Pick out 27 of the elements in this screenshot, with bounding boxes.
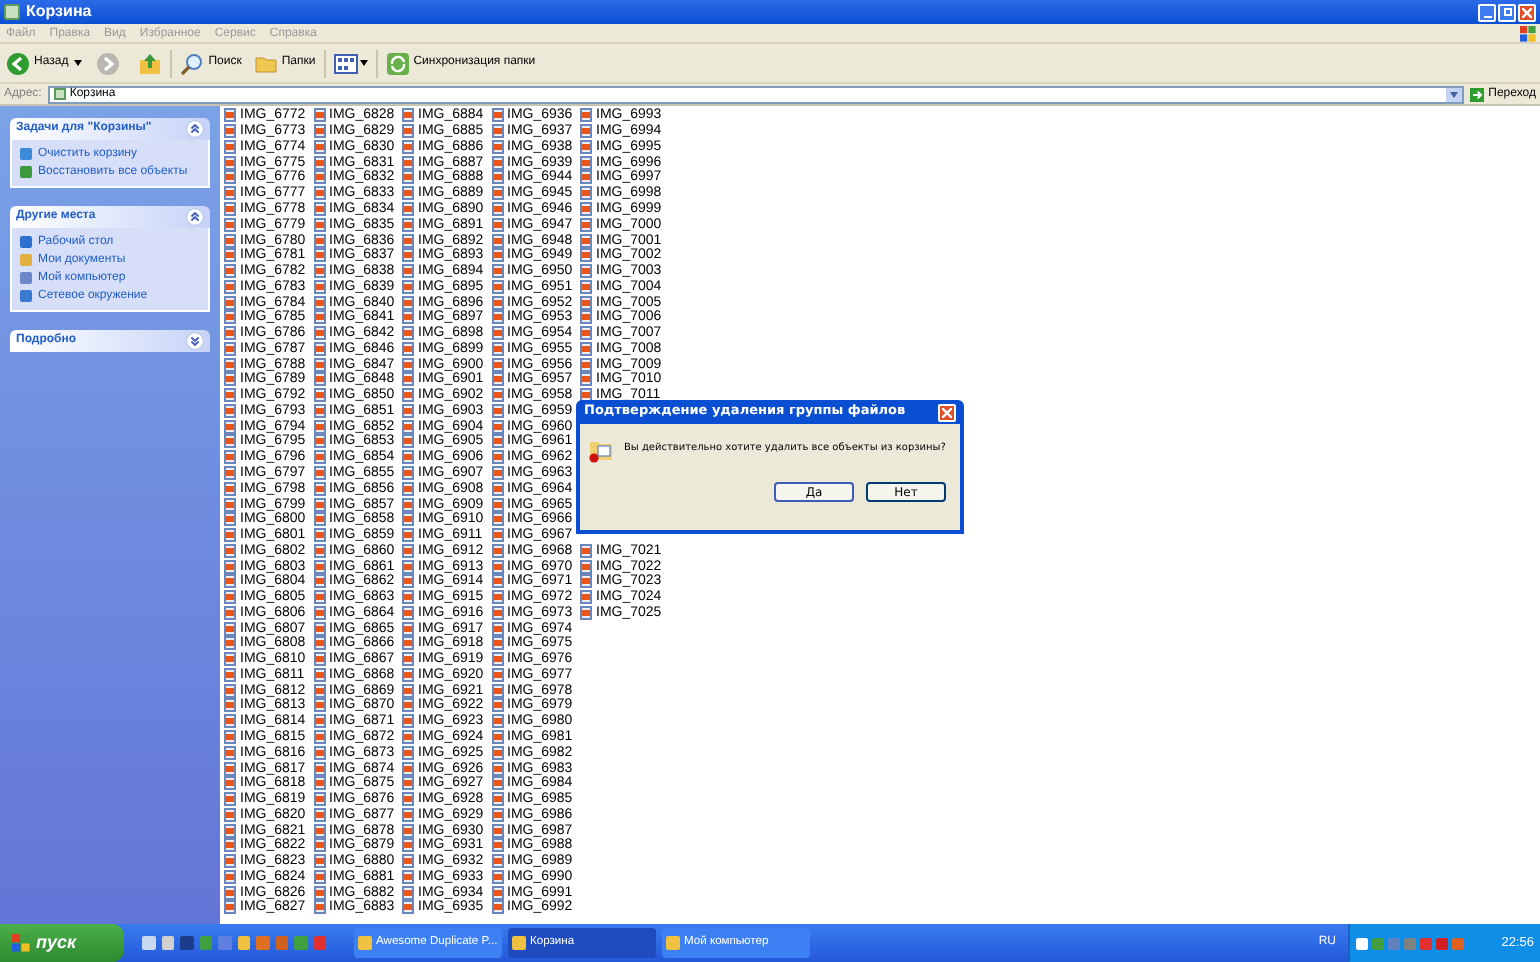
app-icon — [512, 936, 526, 950]
collapse-icon[interactable] — [186, 120, 204, 138]
go-arrow-icon — [1470, 87, 1485, 101]
up-folder-icon[interactable] — [138, 51, 163, 75]
close-button[interactable] — [938, 403, 956, 421]
forward-icon[interactable] — [96, 51, 121, 75]
folder-icon — [253, 51, 278, 75]
caret-icon[interactable] — [74, 60, 83, 66]
minimize-button[interactable] — [1478, 3, 1496, 21]
app-icon — [666, 936, 680, 950]
view-button[interactable] — [333, 53, 368, 73]
expand-icon[interactable] — [186, 332, 204, 350]
collapse-icon[interactable] — [186, 208, 204, 226]
caret-icon — [359, 60, 368, 66]
recycle-bin-icon — [53, 88, 66, 100]
close-button[interactable] — [1518, 3, 1536, 21]
search-icon — [180, 51, 205, 75]
app-icon — [358, 936, 372, 950]
folder-delete-icon — [588, 436, 616, 464]
recycle-bin-icon — [4, 4, 20, 20]
windows-logo-icon — [12, 934, 30, 952]
window-title: Корзина — [26, 4, 92, 20]
windows-logo-icon — [1520, 25, 1536, 41]
sync-icon — [385, 51, 410, 75]
maximize-button[interactable] — [1498, 3, 1516, 21]
view-grid-icon — [333, 53, 358, 73]
dropdown-button[interactable] — [1446, 87, 1463, 101]
